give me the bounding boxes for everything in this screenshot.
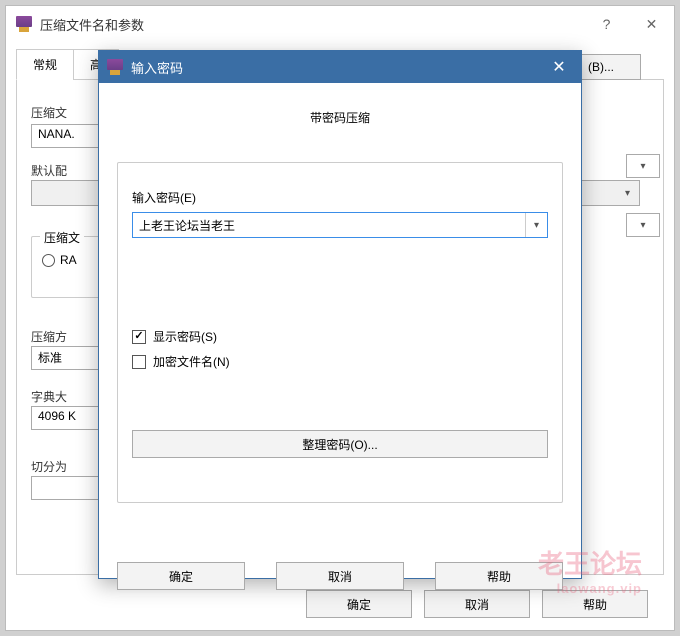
password-ok-button[interactable]: 确定	[117, 562, 245, 590]
password-help-button[interactable]: 帮助	[435, 562, 563, 590]
chevron-down-icon: ▾	[640, 220, 645, 231]
checkbox-checked-icon	[132, 330, 146, 344]
password-title: 输入密码	[131, 58, 183, 77]
radio-icon	[42, 254, 55, 267]
password-titlebar: 输入密码 ✕	[99, 51, 581, 83]
enter-password-label: 输入密码(E)	[132, 189, 548, 206]
tab-general[interactable]: 常规	[16, 49, 74, 80]
main-close-button[interactable]: ✕	[629, 9, 674, 39]
encrypt-filenames-checkbox[interactable]: 加密文件名(N)	[132, 353, 548, 370]
password-input[interactable]: 上老王论坛当老王 ▾	[132, 212, 548, 238]
show-password-label: 显示密码(S)	[153, 328, 217, 345]
organize-passwords-button[interactable]: 整理密码(O)...	[132, 430, 548, 458]
chevron-down-icon: ▾	[625, 188, 630, 199]
password-cancel-button[interactable]: 取消	[276, 562, 404, 590]
compression-method-label: 压缩方	[31, 328, 67, 345]
encrypt-filenames-label: 加密文件名(N)	[153, 353, 230, 370]
default-config-label: 默认配	[31, 162, 67, 179]
password-dialog: 输入密码 ✕ 带密码压缩 输入密码(E) 上老王论坛当老王 ▾ 显示密码(S) …	[98, 50, 582, 579]
password-history-dropdown[interactable]: ▾	[525, 213, 547, 237]
dictionary-size-label: 字典大	[31, 388, 67, 405]
chevron-down-icon: ▾	[640, 161, 645, 172]
password-group: 输入密码(E) 上老王论坛当老王 ▾ 显示密码(S) 加密文件名(N) 整理密码…	[117, 162, 563, 503]
archive-name-dropdown[interactable]: ▾	[626, 154, 660, 178]
format-rar-radio[interactable]: RA	[42, 253, 77, 267]
archive-name-label: 压缩文	[31, 104, 67, 121]
archive-format-legend: 压缩文	[40, 229, 84, 246]
show-password-checkbox[interactable]: 显示密码(S)	[132, 328, 548, 345]
main-titlebar: 压缩文件名和参数 ? ✕	[6, 6, 674, 42]
winrar-icon	[107, 59, 123, 75]
password-subtitle: 带密码压缩	[117, 109, 563, 126]
profile-dropdown[interactable]: ▾	[626, 213, 660, 237]
format-rar-label: RA	[60, 253, 77, 267]
main-help-button[interactable]: ?	[584, 9, 629, 39]
main-title: 压缩文件名和参数	[40, 15, 144, 34]
password-body: 带密码压缩 输入密码(E) 上老王论坛当老王 ▾ 显示密码(S) 加密文件名(N…	[99, 109, 581, 604]
password-dialog-buttons: 确定 取消 帮助	[117, 562, 563, 590]
password-value: 上老王论坛当老王	[139, 217, 235, 234]
chevron-down-icon: ▾	[534, 220, 539, 231]
password-close-button[interactable]: ✕	[537, 51, 581, 83]
split-label: 切分为	[31, 458, 67, 475]
winrar-icon	[16, 16, 32, 32]
checkbox-unchecked-icon	[132, 355, 146, 369]
